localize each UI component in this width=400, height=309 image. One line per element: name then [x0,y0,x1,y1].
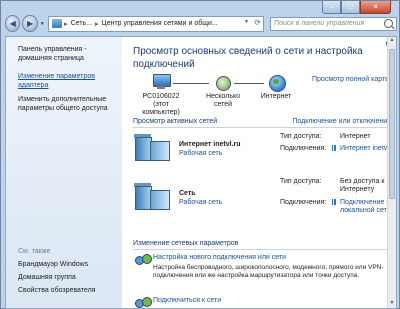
maximize-button[interactable]: □ [341,1,360,14]
network-name: Сеть [179,190,196,197]
network-type-link[interactable]: Рабочая сеть [179,150,222,157]
computer-icon [150,74,172,91]
setup-connection-description: Настройка беспроводного, широкополосного… [153,264,384,279]
breadcrumb-separator: ▸ [64,20,68,28]
breadcrumb-network[interactable]: Сеть... [71,20,92,27]
sidebar-item-adapter-settings[interactable]: Изменение параметров адаптера [18,72,118,90]
section-divider [133,127,391,128]
signal-icon [332,145,336,151]
scroll-up-icon[interactable]: ▲ [388,37,396,45]
computer-subtitle: (этот компьютер) [142,101,180,116]
computer-name: PC0106022 [142,93,180,100]
scrollbar-thumb[interactable] [389,49,395,199]
work-network-icon [133,133,171,161]
scroll-down-icon[interactable]: ▼ [388,300,396,308]
breadcrumb-separator: ▸ [95,20,99,28]
new-connection-icon [135,254,152,265]
history-dropdown-icon[interactable]: ▼ [40,21,45,27]
network-entry: Интернет inetvl.ru Рабочая сеть Тип дост… [133,133,396,178]
address-bar[interactable]: ▸ Сеть... ▸ Центр управления сетями и об… [48,15,264,32]
window-controls: – □ ✕ [322,1,391,15]
content-area: Панель управления - домашняя страница Из… [5,36,397,309]
see-also-heading: См. также [18,248,51,255]
navigation-bar: ◀ ▶ ▼ ▸ Сеть... ▸ Центр управления сетям… [5,15,397,32]
active-networks-heading: Просмотр активных сетей [133,118,218,125]
control-panel-window: – □ ✕ ◀ ▶ ▼ ▸ Сеть... ▸ Центр управления… [0,0,400,309]
network-entry: Сеть Рабочая сеть Тип доступа: Без досту… [133,178,395,238]
page-title: Просмотр основных сведений о сети и наст… [133,46,363,70]
sidebar: Панель управления - домашняя страница Из… [6,37,122,308]
connect-network-icon [135,297,152,308]
multiple-networks-label: Несколько сетей [205,93,241,108]
map-node-internet[interactable]: Интернет [251,74,301,101]
vertical-scrollbar[interactable]: ▲ ▼ [387,37,396,308]
sidebar-item-internet-options[interactable]: Свойства обозревателя [18,286,118,295]
task-setup-connection: Настройка нового подключения или сети На… [133,254,395,290]
close-button[interactable]: ✕ [360,1,391,14]
search-input[interactable] [274,20,384,27]
map-node-multiple-networks[interactable]: Несколько сетей [198,74,248,109]
connections-label: Подключения: [280,199,327,206]
search-box [270,16,397,31]
view-full-map-link[interactable]: Просмотр полной карты [312,76,390,83]
network-name: Интернет inetvl.ru [179,141,241,148]
task-connect-network: Подключиться к сети [133,297,395,308]
minimize-button[interactable]: – [322,1,341,14]
address-dropdown-icon[interactable]: ▼ [244,19,249,25]
access-type-label: Тип доступа: [280,178,322,185]
multiple-networks-icon [212,74,234,91]
connect-network-link[interactable]: Подключиться к сети [153,297,221,304]
main-panel: ? Просмотр основных сведений о сети и на… [122,37,396,308]
network-map: PC0106022 (этот компьютер) Несколько сет… [133,74,395,116]
work-network-icon [133,182,171,210]
back-button[interactable]: ◀ [5,15,21,32]
refresh-icon[interactable]: ⟳ [254,18,261,27]
lan-connection-icon [332,199,336,205]
map-node-computer[interactable]: PC0106022 (этот компьютер) [136,74,186,117]
sidebar-item-firewall[interactable]: Брандмауэр Windows [18,260,118,269]
access-type-label: Тип доступа: [280,133,322,140]
section-divider [133,249,391,250]
internet-label: Интернет [260,93,292,100]
connect-disconnect-link[interactable]: Подключение или отключение [292,118,391,125]
sidebar-item-homegroup[interactable]: Домашняя группа [18,273,118,282]
setup-connection-link[interactable]: Настройка нового подключения или сети [153,254,286,261]
sidebar-item-sharing-settings[interactable]: Изменить дополнительные параметры общего… [18,95,118,113]
breadcrumb-network-center[interactable]: Центр управления сетями и общи... [102,20,218,27]
sidebar-item-home[interactable]: Панель управления - домашняя страница [18,45,118,63]
forward-button[interactable]: ▶ [22,15,38,32]
network-type-link[interactable]: Рабочая сеть [179,199,222,206]
globe-icon [265,74,287,92]
network-folder-icon [52,19,63,28]
connections-label: Подключения: [280,145,327,152]
search-icon[interactable] [384,19,393,28]
change-settings-heading: Изменение сетевых параметров [133,240,239,247]
